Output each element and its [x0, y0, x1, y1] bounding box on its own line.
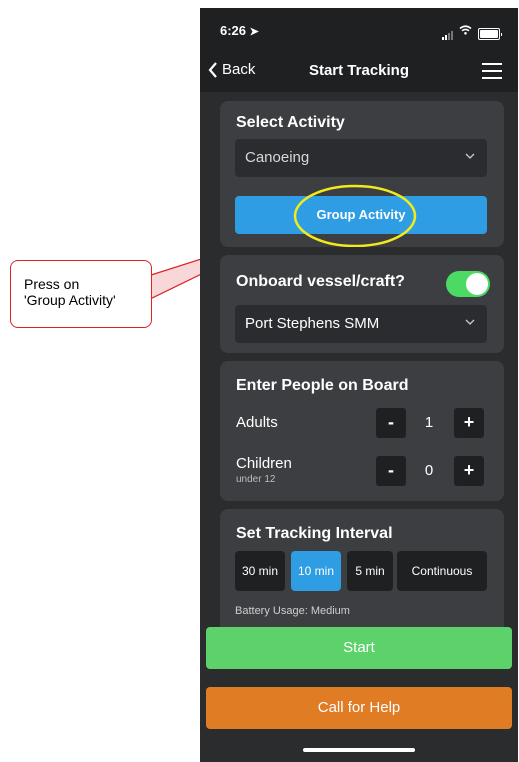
adults-label: Adults — [236, 414, 278, 431]
chevron-down-icon — [465, 319, 475, 325]
call-for-help-button[interactable]: Call for Help — [206, 687, 512, 729]
activity-dropdown[interactable]: Canoeing — [235, 139, 487, 177]
interval-30min[interactable]: 30 min — [235, 551, 285, 591]
children-label: Children — [236, 455, 292, 472]
phone-screen: 6:26 ➤ Back Start Tracking Select Activi… — [200, 8, 518, 762]
vessel-value: Port Stephens SMM — [245, 315, 380, 332]
status-time: 6:26 ➤ — [220, 23, 259, 38]
select-activity-title: Select Activity — [236, 114, 345, 131]
people-title: Enter People on Board — [236, 377, 409, 394]
children-value: 0 — [424, 462, 434, 479]
chevron-down-icon — [465, 153, 475, 159]
interval-10min[interactable]: 10 min — [291, 551, 341, 591]
adults-value: 1 — [424, 414, 434, 431]
group-activity-button[interactable]: Group Activity — [235, 196, 487, 234]
tracking-interval-card: Set Tracking Interval 30 min 10 min 5 mi… — [220, 509, 504, 627]
onboard-toggle[interactable] — [446, 271, 490, 297]
toggle-knob — [466, 273, 488, 295]
interval-5min[interactable]: 5 min — [347, 551, 393, 591]
adults-plus-button[interactable]: + — [454, 408, 484, 438]
signal-icon — [442, 31, 453, 40]
vessel-dropdown[interactable]: Port Stephens SMM — [235, 305, 487, 343]
children-plus-button[interactable]: + — [454, 456, 484, 486]
battery-icon — [478, 28, 502, 40]
start-button[interactable]: Start — [206, 627, 512, 669]
status-bar: 6:26 ➤ — [200, 8, 518, 50]
hamburger-menu-icon[interactable] — [482, 63, 502, 84]
adults-minus-button[interactable]: - — [376, 408, 406, 438]
callout-line-2: 'Group Activity' — [24, 292, 116, 308]
children-sublabel: under 12 — [236, 474, 276, 485]
activity-value: Canoeing — [245, 149, 310, 166]
onboard-title: Onboard vessel/craft? — [236, 273, 405, 290]
home-indicator — [303, 748, 415, 752]
interval-continuous[interactable]: Continuous — [397, 551, 487, 591]
page-title: Start Tracking — [308, 62, 410, 79]
callout-text: Press on 'Group Activity' — [24, 276, 116, 308]
nav-bar: Back Start Tracking — [200, 50, 518, 92]
select-activity-card: Select Activity Canoeing Group Activity — [220, 101, 504, 247]
callout-line-1: Press on — [24, 276, 80, 292]
wifi-icon — [459, 22, 472, 40]
status-time-text: 6:26 — [220, 23, 247, 38]
children-minus-button[interactable]: - — [376, 456, 406, 486]
status-icons — [442, 22, 502, 40]
onboard-card: Onboard vessel/craft? Port Stephens SMM — [220, 255, 504, 353]
tracking-interval-title: Set Tracking Interval — [236, 525, 393, 542]
location-arrow-icon: ➤ — [249, 26, 259, 38]
people-card: Enter People on Board Adults - 1 + Child… — [220, 361, 504, 501]
battery-usage-note: Battery Usage: Medium — [235, 605, 350, 617]
